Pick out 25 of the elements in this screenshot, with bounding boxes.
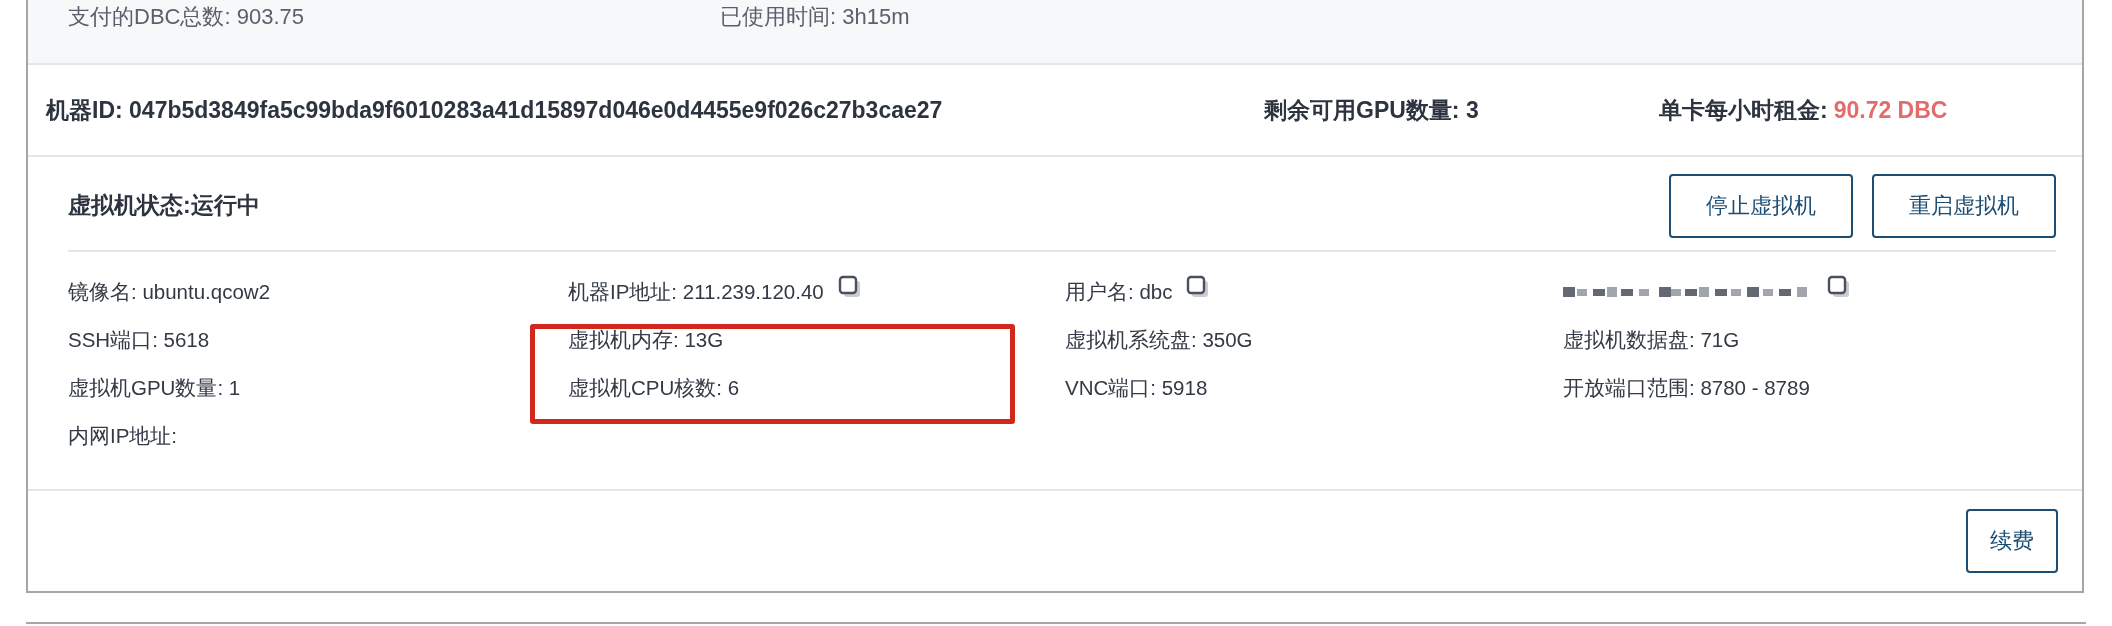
summary-text: 已使用时间: 3h15m bbox=[720, 3, 910, 31]
copy-icon[interactable] bbox=[837, 275, 862, 299]
info-text: 虚拟机CPU核数: 6 bbox=[568, 375, 740, 401]
rent-label: 单卡每小时租金: bbox=[1659, 95, 1828, 125]
info-text: 机器IP地址: 211.239.120.40 bbox=[568, 279, 824, 305]
gpu-count-text: 剩余可用GPU数量: 3 bbox=[1264, 95, 1480, 125]
info-text: VNC端口: 5918 bbox=[1065, 375, 1208, 401]
info-text: 镜像名: ubuntu.qcow2 bbox=[68, 279, 271, 305]
machine-id-text: 机器ID: 047b5d3849fa5c99bda9f6010283a41d15897d046e0d4455e9f026c27b3cae27 bbox=[46, 95, 944, 125]
renew-button[interactable]: 续费 bbox=[1966, 509, 2058, 573]
info-text: 虚拟机内存: 13G bbox=[568, 327, 724, 353]
rent-price: 90.72 DBC bbox=[1833, 96, 1948, 124]
copy-icon[interactable] bbox=[1827, 275, 1851, 299]
info-text: 虚拟机数据盘: 71G bbox=[1563, 327, 1740, 353]
vm-status-title: 虚拟机状态:运行中 bbox=[68, 191, 260, 220]
vm-action-button[interactable]: 重启虚拟机 bbox=[1872, 173, 2056, 238]
info-text: 内网IP地址: bbox=[68, 423, 178, 449]
info-text: 开放端口范围: 8780 - 8789 bbox=[1563, 375, 1810, 401]
vm-action-button[interactable]: 停止虚拟机 bbox=[1669, 173, 1853, 238]
info-text: 虚拟机系统盘: 350G bbox=[1065, 327, 1253, 353]
summary-text: 支付的DBC总数: 903.75 bbox=[68, 3, 305, 31]
info-text: 虚拟机GPU数量: 1 bbox=[68, 375, 241, 401]
info-text: 用户名: dbc bbox=[1065, 279, 1173, 305]
info-text: SSH端口: 5618 bbox=[68, 327, 210, 353]
copy-icon[interactable] bbox=[1186, 275, 1211, 299]
